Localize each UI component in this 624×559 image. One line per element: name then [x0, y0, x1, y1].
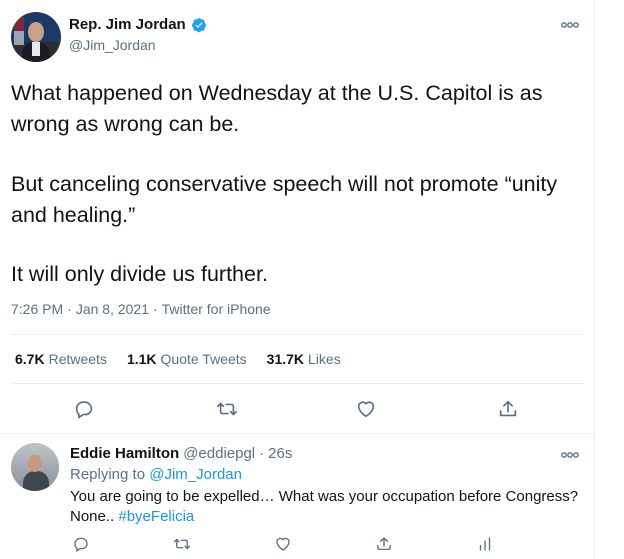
tweet-paragraph-3: It will only divide us further.	[11, 262, 268, 286]
verified-badge-icon	[191, 17, 207, 33]
replying-to-line: Replying to @Jim_Jordan	[70, 466, 242, 483]
tweet-paragraph-2: But canceling conservative speech will n…	[11, 172, 558, 227]
meta-separator: ·	[152, 301, 158, 317]
retweet-icon[interactable]	[216, 398, 238, 420]
reply-name-row: Eddie Hamilton @eddiepgl · 26s	[70, 445, 292, 462]
reply-actions	[0, 535, 594, 553]
reply-author-avatar[interactable]	[11, 443, 59, 491]
share-icon[interactable]	[497, 398, 519, 420]
tweet-paragraph-1: What happened on Wednesday at the U.S. C…	[11, 81, 543, 136]
more-dots-icon[interactable]	[560, 448, 580, 462]
tweet-date[interactable]: Jan 8, 2021	[76, 301, 149, 317]
author-name-row[interactable]: Rep. Jim Jordan	[69, 16, 207, 33]
meta-separator: ·	[259, 445, 265, 462]
column-border	[594, 0, 595, 559]
retweet-icon[interactable]	[173, 535, 191, 553]
divider	[11, 383, 584, 384]
more-dots-icon[interactable]	[560, 18, 580, 32]
tweet-actions	[0, 398, 594, 420]
author-handle[interactable]: @Jim_Jordan	[69, 37, 156, 53]
replying-to-link[interactable]: @Jim_Jordan	[149, 466, 242, 483]
reply-age[interactable]: 26s	[268, 445, 292, 462]
reply-bubble-icon[interactable]	[72, 535, 90, 553]
divider	[0, 433, 594, 434]
share-icon[interactable]	[375, 535, 393, 553]
heart-icon[interactable]	[274, 535, 292, 553]
analytics-icon[interactable]	[476, 535, 494, 553]
reply-author-handle[interactable]: @eddiepgl	[183, 445, 255, 462]
meta-separator: ·	[67, 301, 72, 317]
divider	[11, 334, 584, 335]
replying-prefix: Replying to	[70, 466, 146, 483]
tweet-meta: 7:26 PM · Jan 8, 2021 · Twitter for iPho…	[11, 301, 271, 317]
heart-icon[interactable]	[355, 398, 377, 420]
quote-tweets-stat[interactable]: 1.1K Quote Tweets	[127, 351, 247, 367]
likes-stat[interactable]: 31.7K Likes	[267, 351, 341, 367]
reply-text: You are going to be expelled… What was y…	[70, 487, 585, 527]
tweet-text: What happened on Wednesday at the U.S. C…	[11, 78, 586, 286]
tweet-source[interactable]: Twitter for iPhone	[162, 301, 271, 317]
reply-bubble-icon[interactable]	[73, 398, 95, 420]
reply-author-name[interactable]: Eddie Hamilton	[70, 445, 179, 462]
author-avatar[interactable]	[11, 12, 61, 62]
hashtag-link[interactable]: #byeFelicia	[118, 508, 194, 525]
author-name[interactable]: Rep. Jim Jordan	[69, 16, 186, 33]
tweet-stats: 6.7K Retweets 1.1K Quote Tweets 31.7K Likes	[15, 351, 361, 367]
tweet-time[interactable]: 7:26 PM	[11, 301, 63, 317]
retweets-stat[interactable]: 6.7K Retweets	[15, 351, 107, 367]
